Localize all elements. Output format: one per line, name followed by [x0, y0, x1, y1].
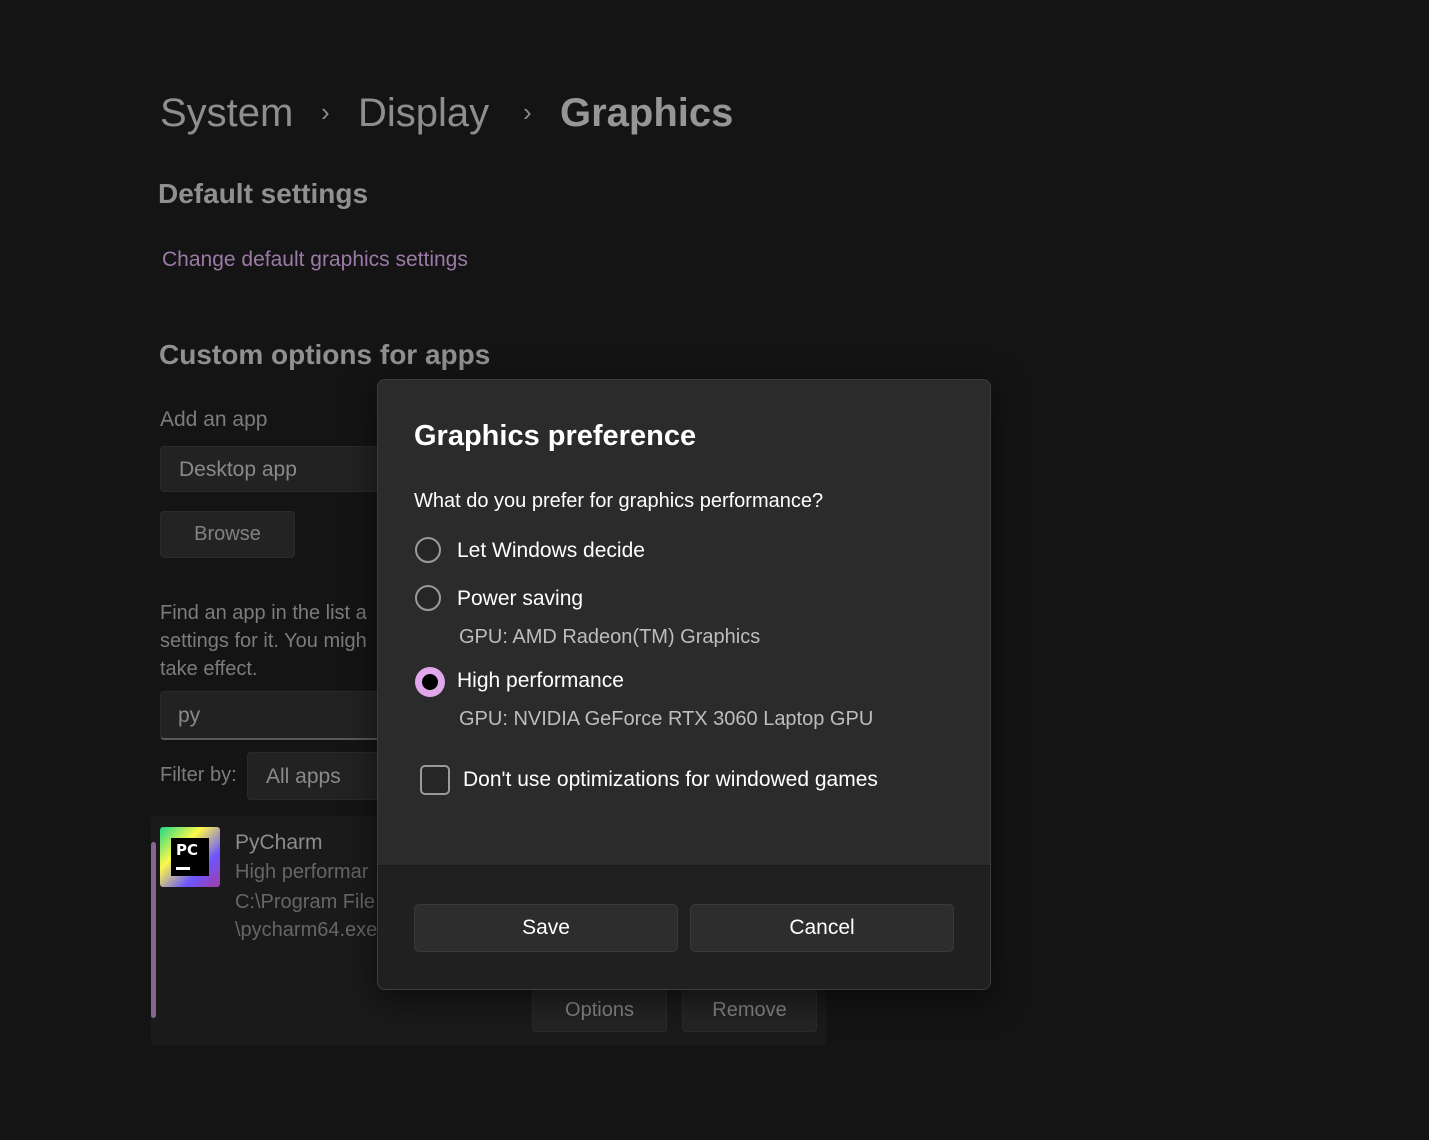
filter-value: All apps [266, 765, 341, 788]
filter-dropdown[interactable]: All apps [247, 752, 390, 800]
windowed-games-option[interactable]: Don't use optimizations for windowed gam… [420, 765, 920, 797]
dialog-question: What do you prefer for graphics performa… [414, 490, 824, 512]
option-let-windows-decide[interactable]: Let Windows decide [414, 536, 814, 568]
remove-button[interactable]: Remove [682, 988, 817, 1032]
checkbox-label: Don't use optimizations for windowed gam… [463, 768, 878, 791]
radio-high-performance-selected[interactable] [415, 667, 445, 697]
app-type-dropdown[interactable]: Desktop app [160, 446, 390, 492]
filter-label: Filter by: [160, 764, 237, 786]
radio-power-saving[interactable] [415, 585, 441, 611]
chevron-right-icon: › [523, 97, 532, 127]
option-power-saving[interactable]: Power saving [414, 584, 814, 616]
option-label: Power saving [457, 587, 584, 610]
find-text-line: Find an app in the list a [160, 602, 367, 624]
app-path-exe: \pycharm64.exe [235, 919, 378, 941]
app-path: C:\Program File [235, 891, 376, 913]
option-label: Let Windows decide [457, 539, 645, 562]
dialog-title: Graphics preference [414, 420, 697, 452]
default-settings-heading: Default settings [158, 178, 369, 209]
pycharm-app-icon: PC [160, 827, 220, 887]
app-type-value: Desktop app [179, 458, 297, 481]
radio-let-windows-decide[interactable] [415, 537, 441, 563]
selection-indicator [151, 842, 156, 1018]
app-search-input[interactable]: py [160, 691, 390, 740]
high-performance-gpu: GPU: NVIDIA GeForce RTX 3060 Laptop GPU [459, 708, 874, 730]
dialog-footer: Save Cancel [378, 865, 990, 989]
chevron-right-icon: › [321, 97, 330, 127]
cancel-button[interactable]: Cancel [690, 904, 954, 952]
app-name: PyCharm [235, 831, 323, 854]
search-value: py [178, 704, 201, 727]
pycharm-logo-text: PC [176, 841, 199, 859]
breadcrumb-system[interactable]: System [160, 88, 293, 138]
save-button[interactable]: Save [414, 904, 678, 952]
find-text-line: settings for it. You migh [160, 630, 367, 652]
custom-options-heading: Custom options for apps [159, 339, 491, 370]
browse-button[interactable]: Browse [160, 511, 295, 558]
option-label: High performance [457, 669, 624, 692]
find-text-line: take effect. [160, 658, 258, 680]
find-app-description: Find an app in the list a settings for i… [160, 599, 367, 683]
change-default-graphics-link[interactable]: Change default graphics settings [162, 248, 468, 272]
graphics-preference-dialog: Graphics preference What do you prefer f… [377, 379, 991, 990]
options-button[interactable]: Options [532, 988, 667, 1032]
app-preference: High performar [235, 861, 369, 883]
add-app-label: Add an app [160, 408, 268, 431]
option-high-performance[interactable]: High performance [414, 666, 814, 698]
breadcrumb-graphics: Graphics [560, 91, 734, 135]
windowed-games-checkbox[interactable] [420, 765, 450, 795]
power-saving-gpu: GPU: AMD Radeon(TM) Graphics [459, 626, 761, 648]
breadcrumb-display[interactable]: Display [358, 88, 489, 138]
